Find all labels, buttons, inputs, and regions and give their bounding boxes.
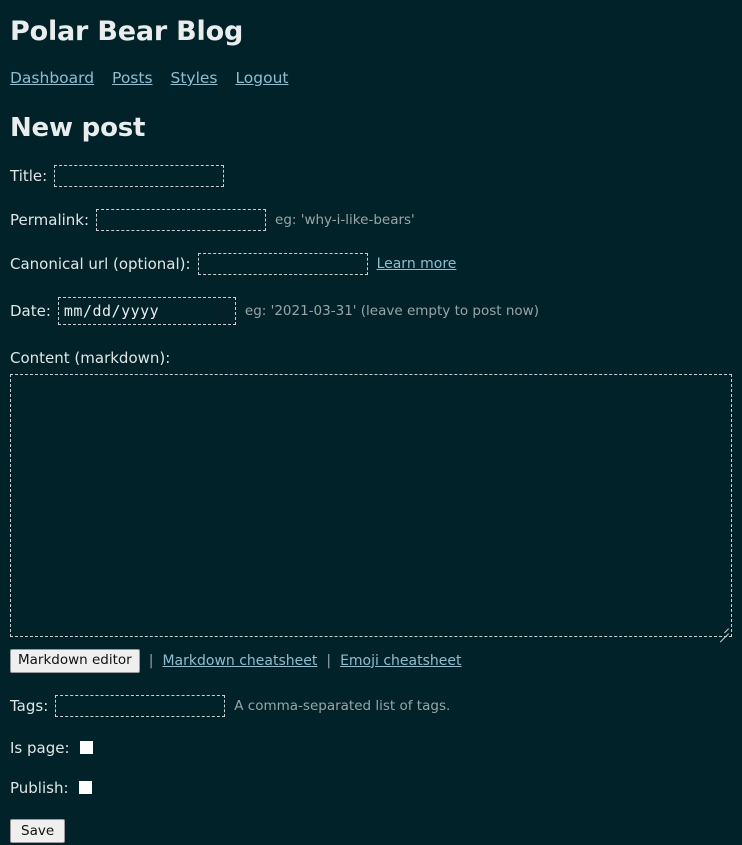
- title-input[interactable]: [54, 165, 225, 187]
- toolbar-separator-1: |: [148, 652, 154, 669]
- date-input[interactable]: mm/dd/yyyy: [57, 297, 236, 325]
- nav-item-logout[interactable]: Logout: [235, 69, 288, 87]
- is-page-field-row: Is page:: [10, 739, 732, 757]
- textarea-resize-handle[interactable]: [716, 621, 729, 634]
- canonical-url-label: Canonical url (optional):: [10, 255, 191, 273]
- publish-label: Publish:: [10, 778, 69, 797]
- title-label: Title:: [10, 167, 48, 185]
- is-page-checkbox[interactable]: [79, 741, 93, 755]
- is-page-label: Is page:: [10, 738, 70, 757]
- permalink-label: Permalink:: [10, 211, 90, 229]
- canonical-url-field-row: Canonical url (optional): Learn more: [10, 253, 732, 275]
- permalink-field-row: Permalink: eg: 'why-i-like-bears': [10, 209, 732, 231]
- tags-field-row: Tags: A comma-separated list of tags.: [10, 694, 732, 717]
- markdown-cheatsheet-link[interactable]: Markdown cheatsheet: [162, 653, 317, 669]
- date-input-value: mm/dd/yyyy: [63, 302, 160, 320]
- tags-input[interactable]: [55, 694, 226, 717]
- main-navigation: Dashboard Posts Styles Logout: [10, 69, 732, 87]
- date-label: Date:: [10, 302, 51, 320]
- save-row: Save: [10, 818, 732, 843]
- permalink-input[interactable]: [96, 209, 267, 231]
- page-container: Polar Bear Blog Dashboard Posts Styles L…: [0, 0, 742, 843]
- learn-more-link[interactable]: Learn more: [377, 256, 457, 272]
- content-label: Content (markdown):: [10, 349, 171, 367]
- date-hint: eg: '2021-03-31' (leave empty to post no…: [244, 303, 539, 319]
- toolbar-separator-2: |: [326, 652, 332, 669]
- publish-field-row: Publish:: [10, 779, 732, 797]
- editor-toolbar: Markdown editor | Markdown cheatsheet | …: [10, 649, 732, 673]
- title-field-row: Title:: [10, 165, 732, 187]
- calendar-icon[interactable]: [216, 304, 231, 319]
- markdown-editor-button[interactable]: Markdown editor: [10, 649, 140, 673]
- canonical-url-input[interactable]: [197, 253, 368, 275]
- nav-item-posts[interactable]: Posts: [112, 69, 153, 87]
- publish-checkbox[interactable]: [78, 781, 92, 795]
- content-textarea[interactable]: [10, 374, 732, 637]
- tags-hint: A comma-separated list of tags.: [234, 697, 451, 714]
- site-title: Polar Bear Blog: [10, 16, 244, 47]
- date-field-row: Date: mm/dd/yyyy eg: '2021-03-31' (leave…: [10, 297, 732, 325]
- tags-label: Tags:: [10, 696, 49, 715]
- emoji-cheatsheet-link[interactable]: Emoji cheatsheet: [340, 653, 461, 669]
- nav-item-dashboard[interactable]: Dashboard: [10, 69, 94, 87]
- save-button[interactable]: Save: [10, 818, 66, 843]
- nav-item-styles[interactable]: Styles: [170, 69, 217, 87]
- permalink-hint: eg: 'why-i-like-bears': [275, 212, 415, 228]
- page-title: New post: [10, 113, 146, 143]
